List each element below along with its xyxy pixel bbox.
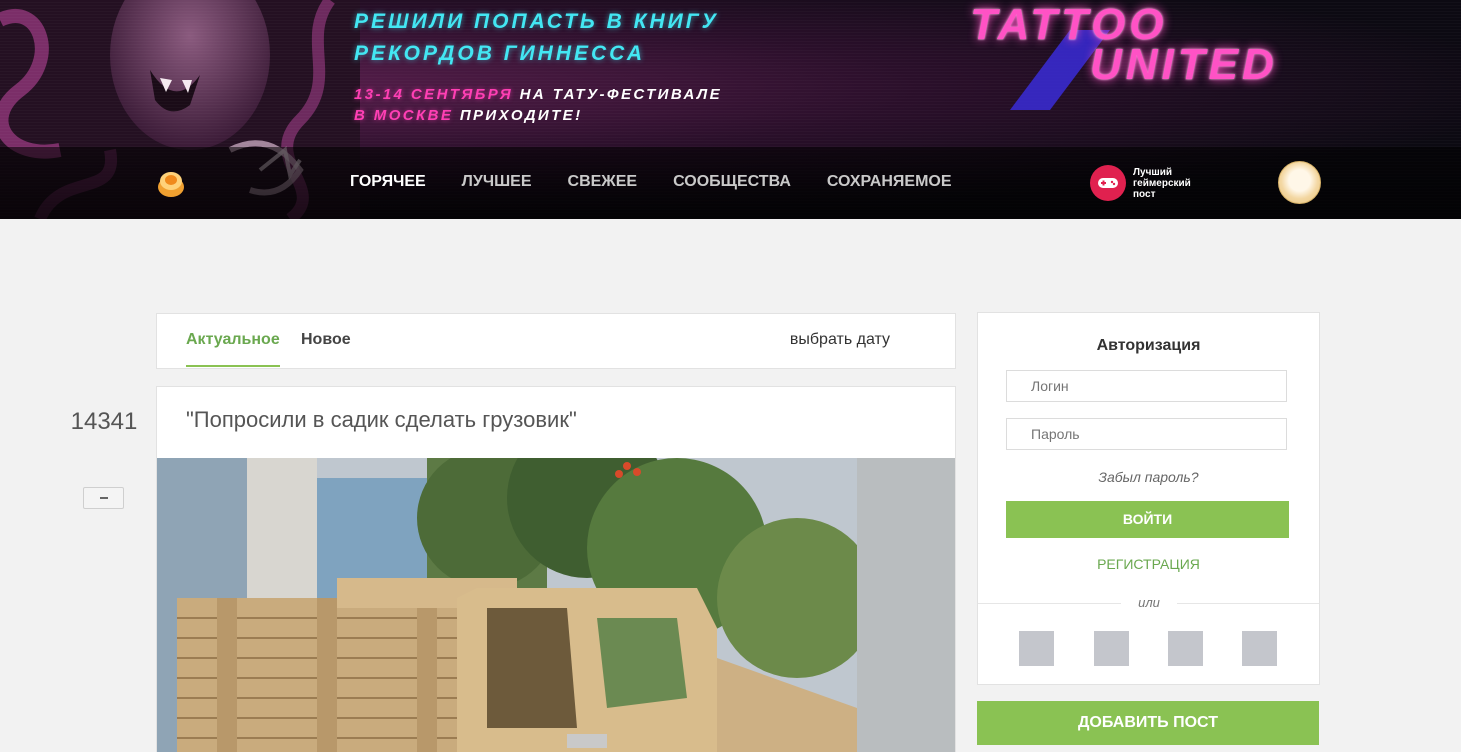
- promo-cta: ПРИХОДИТЕ!: [453, 107, 583, 124]
- auth-title: Авторизация: [1096, 337, 1201, 354]
- post-card: "Попросили в садик сделать грузовик": [156, 386, 956, 752]
- nav-item-fresh[interactable]: СВЕЖЕЕ: [568, 172, 638, 192]
- pick-date-link[interactable]: выбрать дату: [790, 314, 890, 366]
- social-login-2-icon[interactable]: [1094, 631, 1129, 666]
- promo-line-3: 13-14 СЕНТЯБРЯ НА ТАТУ-ФЕСТИВАЛЕ: [354, 86, 722, 103]
- social-login-1-icon[interactable]: [1019, 631, 1054, 666]
- promo-city: В МОСКВЕ: [354, 107, 454, 124]
- social-login-4-icon[interactable]: [1242, 631, 1277, 666]
- social-login-3-icon[interactable]: [1168, 631, 1203, 666]
- promo-line-1: РЕШИЛИ ПОПАСТЬ В КНИГУ: [354, 10, 719, 33]
- add-post-button[interactable]: ДОБАВИТЬ ПОСТ: [977, 701, 1319, 745]
- promo-festival: НА ТАТУ-ФЕСТИВАЛЕ: [513, 86, 723, 103]
- brand-logo-line-2: UNITED: [1090, 40, 1278, 89]
- user-avatar[interactable]: [1278, 161, 1321, 204]
- auth-panel: Авторизация Забыл пароль? ВОЙТИ РЕГИСТРА…: [977, 312, 1320, 685]
- minus-icon: [99, 497, 108, 499]
- promo-line-4: В МОСКВЕ ПРИХОДИТЕ!: [354, 107, 582, 124]
- tab-new[interactable]: Новое: [301, 314, 351, 367]
- nav-item-best[interactable]: ЛУЧШЕЕ: [462, 172, 532, 192]
- nav-item-saved[interactable]: СОХРАНЯЕМОЕ: [827, 172, 952, 192]
- feed-tabs: Актуальное Новое выбрать дату: [156, 313, 956, 369]
- promo-dates: 13-14 СЕНТЯБРЯ: [354, 86, 514, 103]
- downvote-button[interactable]: [83, 487, 124, 509]
- post-rating: 14341: [70, 408, 138, 435]
- main-nav: ГОРЯЧЕЕ ЛУЧШЕЕ СВЕЖЕЕ СООБЩЕСТВА СОХРАНЯ…: [350, 172, 988, 192]
- post-title[interactable]: "Попросили в садик сделать грузовик": [186, 407, 577, 433]
- password-input[interactable]: [1006, 418, 1287, 450]
- login-input[interactable]: [1006, 370, 1287, 402]
- forgot-password-link[interactable]: Забыл пароль?: [978, 469, 1319, 485]
- post-image[interactable]: [157, 458, 955, 752]
- gamepad-icon: [1090, 165, 1126, 201]
- header-banner[interactable]: РЕШИЛИ ПОПАСТЬ В КНИГУ РЕКОРДОВ ГИННЕССА…: [0, 0, 1461, 219]
- gamer-post-badge[interactable]: Лучший геймерский пост: [1090, 165, 1203, 201]
- nav-item-communities[interactable]: СООБЩЕСТВА: [673, 172, 791, 192]
- or-label: или: [1121, 595, 1177, 610]
- tab-actual[interactable]: Актуальное: [186, 314, 280, 367]
- register-link[interactable]: РЕГИСТРАЦИЯ: [978, 556, 1319, 572]
- login-button[interactable]: ВОЙТИ: [1006, 501, 1289, 538]
- gamer-badge-label: Лучший геймерский пост: [1133, 166, 1191, 200]
- nav-item-hot[interactable]: ГОРЯЧЕЕ: [350, 172, 426, 192]
- promo-line-2: РЕКОРДОВ ГИННЕССА: [354, 42, 645, 65]
- site-logo-icon[interactable]: [155, 167, 187, 199]
